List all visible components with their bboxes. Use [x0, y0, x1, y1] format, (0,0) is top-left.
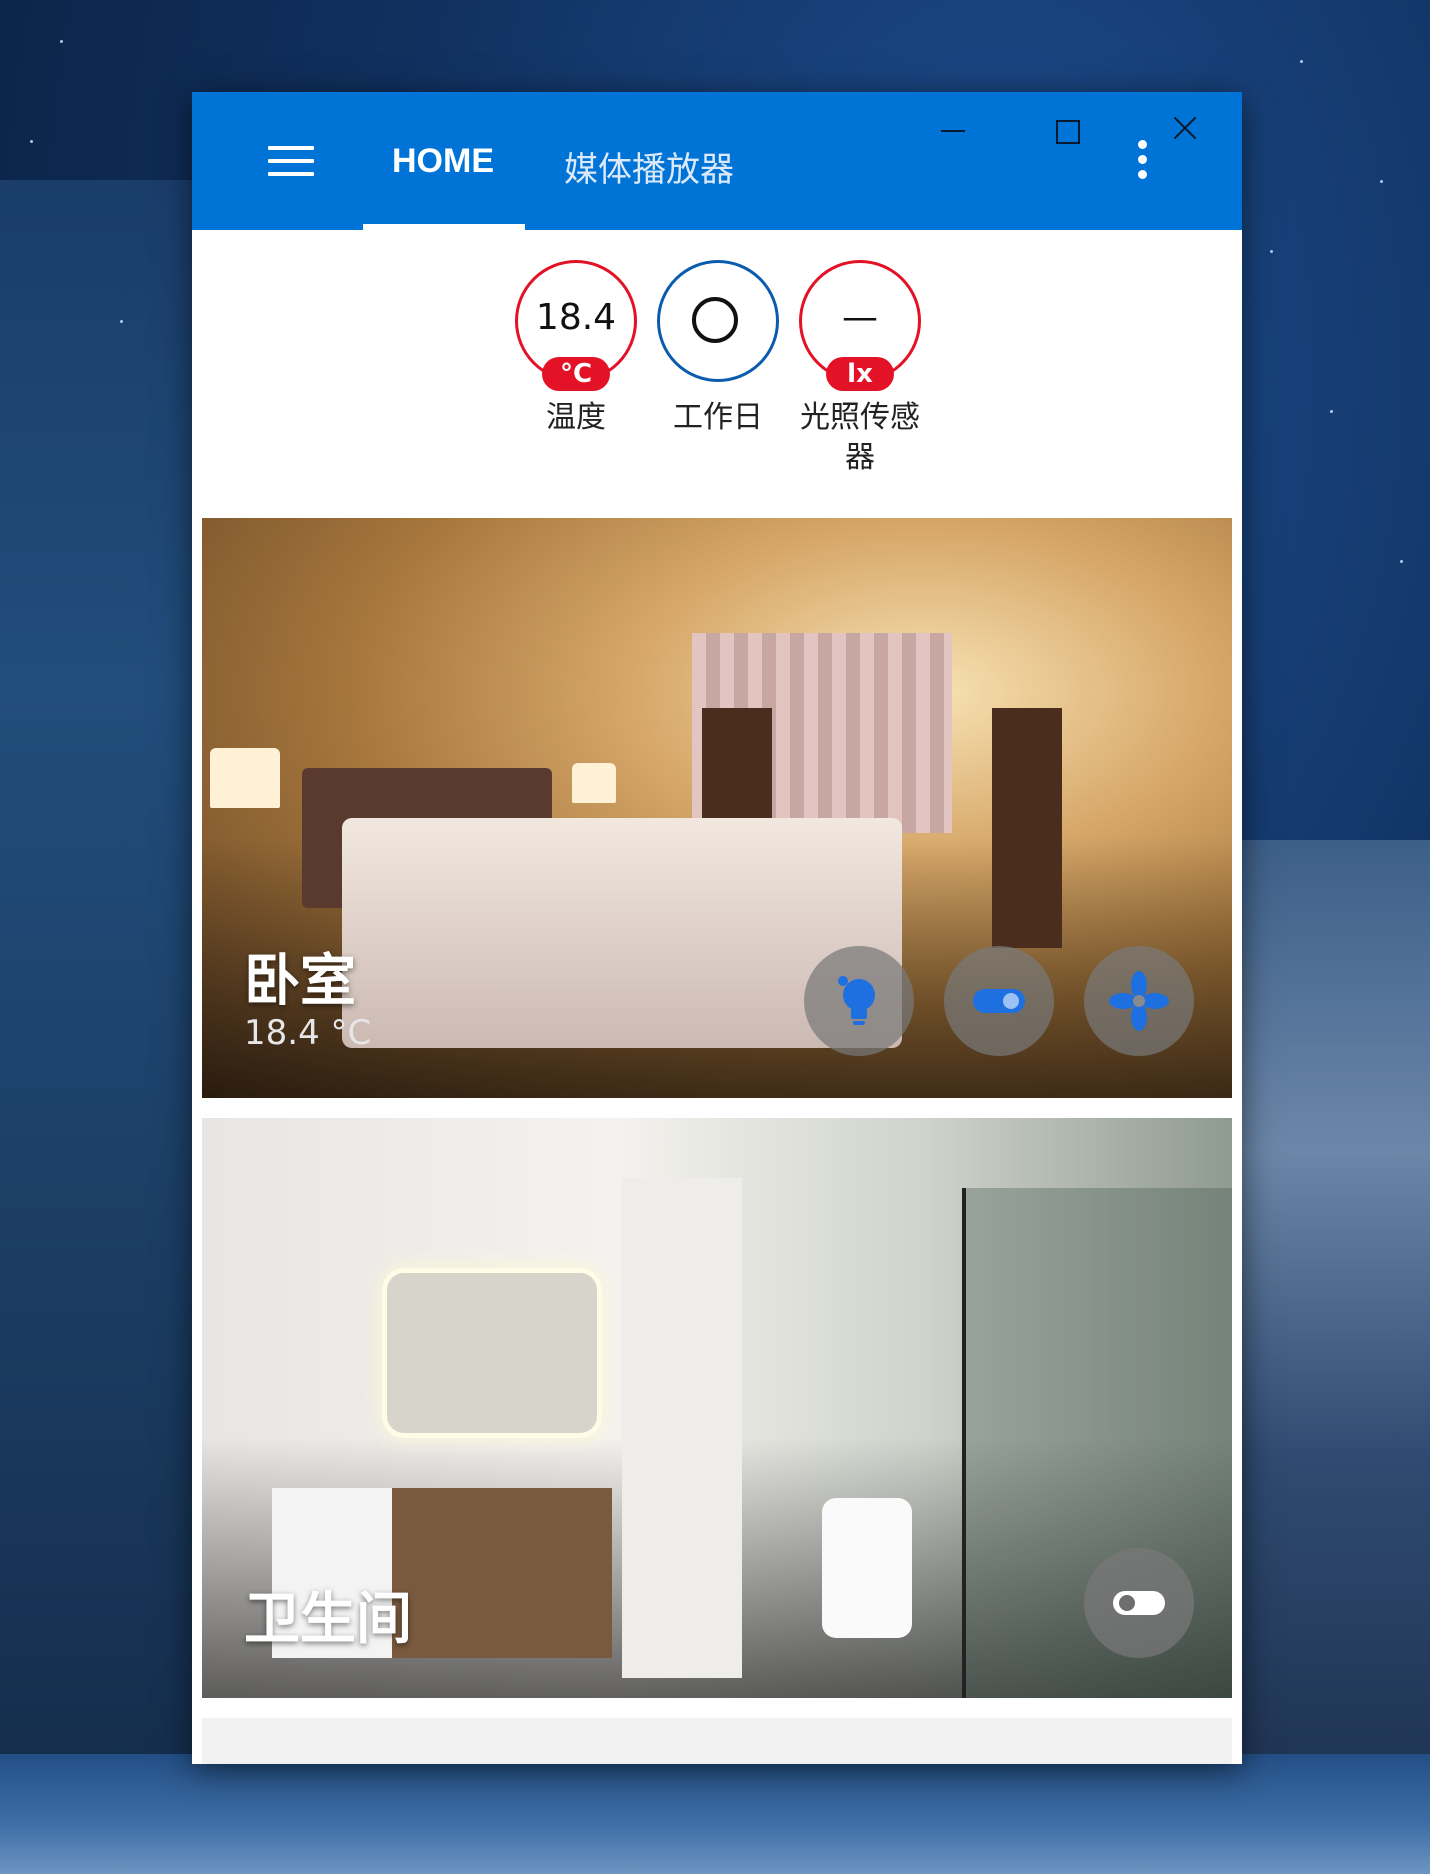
badge-label: 光照传感器 [800, 400, 920, 475]
badge-temperature[interactable]: 18.4 °C 温度 [514, 260, 638, 438]
badge-light-sensor[interactable]: — lx 光照传感器 [798, 260, 922, 478]
room-card-bathroom[interactable]: 卫生间 [202, 1118, 1232, 1698]
scene-mirror [382, 1268, 602, 1438]
badge-label: 工作日 [673, 400, 763, 435]
badge-circle [657, 260, 779, 382]
wallpaper-snow [0, 1754, 1430, 1874]
badge-value: — [842, 297, 878, 338]
star [120, 320, 123, 323]
ring-icon [692, 297, 738, 343]
maximize-icon[interactable] [1056, 120, 1080, 144]
scene-lamp [210, 748, 280, 808]
app-window: HOME 媒体播放器 18.4 °C 温度 工作日 — lx 光照传感器 卧室 … [192, 92, 1242, 1764]
minimize-icon[interactable] [941, 130, 965, 132]
fan-icon [1109, 971, 1169, 1031]
lightbulb-icon [838, 976, 875, 1025]
scene-bookshelf [992, 708, 1062, 948]
more-vert-icon[interactable] [1138, 140, 1148, 184]
badge-circle: — lx [799, 260, 921, 391]
badge-circle: 18.4 °C [515, 260, 637, 391]
scene-cabinet [622, 1178, 742, 1678]
star [1330, 410, 1333, 413]
menu-icon[interactable] [268, 146, 314, 176]
room-card-bedroom[interactable]: 卧室 18.4 °C [202, 518, 1232, 1098]
badge-workday[interactable]: 工作日 [656, 260, 780, 438]
badge-unit: °C [542, 357, 610, 391]
switch-button[interactable] [1084, 1548, 1194, 1658]
star [1300, 60, 1303, 63]
star [1380, 180, 1383, 183]
tab-home[interactable]: HOME [392, 142, 494, 181]
toggle-icon [973, 989, 1025, 1013]
scene-lamp [572, 763, 616, 803]
tab-media-player[interactable]: 媒体播放器 [564, 142, 734, 191]
toggle-icon [1113, 1591, 1165, 1615]
star [1270, 250, 1273, 253]
star [30, 140, 33, 143]
star [1400, 560, 1403, 563]
room-name: 卫生间 [244, 1587, 412, 1652]
close-icon[interactable] [1170, 112, 1200, 142]
badge-label: 温度 [546, 400, 606, 435]
star [60, 40, 63, 43]
state-badges: 18.4 °C 温度 工作日 — lx 光照传感器 [192, 260, 1242, 500]
room-name: 卧室 [244, 949, 356, 1014]
title-bar: HOME 媒体播放器 [192, 92, 1242, 230]
fan-button[interactable] [1084, 946, 1194, 1056]
light-button[interactable] [804, 946, 914, 1056]
switch-button[interactable] [944, 946, 1054, 1056]
room-temperature: 18.4 °C [244, 1013, 372, 1053]
scene-toilet [822, 1498, 912, 1638]
room-card-placeholder [202, 1718, 1232, 1764]
badge-value: 18.4 [535, 297, 617, 338]
active-tab-indicator [363, 224, 525, 230]
wallpaper-trees [0, 180, 200, 1874]
badge-unit: lx [826, 357, 894, 391]
